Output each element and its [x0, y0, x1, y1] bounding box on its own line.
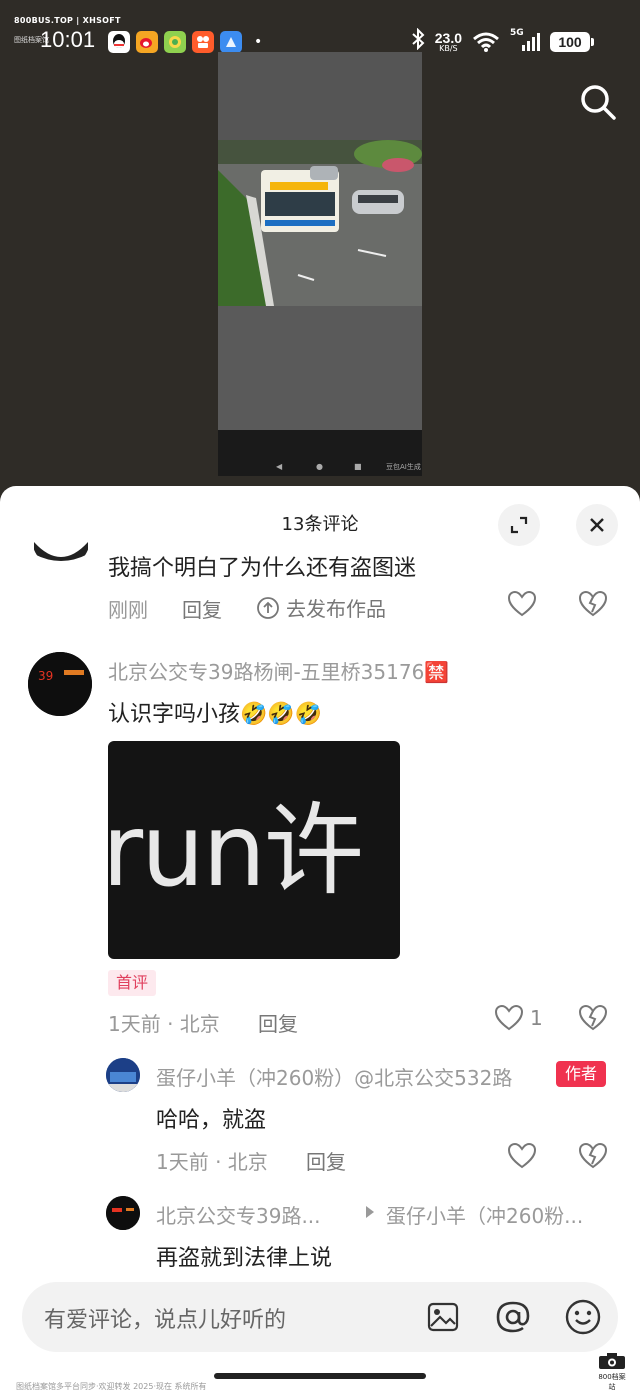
- smiley-icon: [565, 1299, 601, 1335]
- network-speed: 23.0 KB/S: [434, 29, 462, 53]
- expand-button[interactable]: [498, 504, 540, 546]
- reply-to-arrow-icon: [364, 1204, 376, 1224]
- upload-circle-icon: [257, 596, 279, 619]
- comment-text-row: 认识字吗小孩🤣🤣🤣: [108, 696, 322, 728]
- video-player[interactable]: ◀ ● ■ 豆包AI生成: [218, 52, 422, 476]
- like-button[interactable]: [507, 590, 537, 622]
- publish-work-link[interactable]: 去发布作品: [256, 593, 386, 622]
- reply-button[interactable]: 回复: [306, 1146, 346, 1175]
- comment-input-bar[interactable]: 有爱评论，说点儿好听的: [22, 1282, 618, 1352]
- bus-photo: [218, 140, 422, 306]
- weibo-icon: [136, 31, 158, 53]
- heart-icon: [507, 590, 537, 617]
- reply-time-location: 1天前 · 北京: [156, 1150, 268, 1174]
- like-button[interactable]: 1: [494, 1004, 543, 1032]
- comment-username[interactable]: 北京公交专39路杨闸-五里桥35176🈲: [108, 656, 449, 685]
- status-time: 10:01: [40, 27, 96, 52]
- comment-text: 我搞个明白了为什么还有盗图迷: [108, 556, 417, 581]
- cellular-signal-icon: 5G: [510, 28, 540, 53]
- broken-heart-icon: [578, 1004, 608, 1031]
- qq-icon: [108, 31, 130, 53]
- close-button[interactable]: [576, 504, 618, 546]
- avatar[interactable]: [32, 532, 90, 568]
- avatar[interactable]: [106, 1058, 140, 1092]
- reply-username[interactable]: 北京公交专39路...: [156, 1200, 321, 1229]
- mention-button[interactable]: [494, 1298, 532, 1340]
- avatar[interactable]: 39: [28, 652, 92, 716]
- image-button[interactable]: [426, 1300, 460, 1338]
- comment-text: 认识字吗小孩: [108, 702, 241, 727]
- brand-label: 800档案站: [598, 1373, 626, 1391]
- bluetooth-icon: [411, 27, 425, 55]
- reply-to-username[interactable]: 蛋仔小羊（冲260粉...: [386, 1200, 583, 1229]
- reply-username[interactable]: 蛋仔小羊（冲260粉）@北京公交532路: [156, 1062, 512, 1091]
- expand-icon: [510, 516, 528, 534]
- heart-icon: [494, 1004, 524, 1031]
- comment-time: 刚刚: [108, 598, 148, 622]
- video-lower-region: [218, 306, 422, 430]
- search-button[interactable]: [578, 82, 618, 122]
- kuaishou-icon: [192, 31, 214, 53]
- reply-text: 哈哈，就盗: [156, 1108, 267, 1133]
- broken-heart-icon: [578, 1142, 608, 1169]
- image-icon: [427, 1302, 459, 1332]
- sheet-title: 13条评论: [281, 514, 359, 535]
- dislike-button[interactable]: [578, 1004, 608, 1036]
- notification-icons: •: [108, 31, 262, 53]
- recents-icon: ■: [354, 462, 362, 471]
- more-dot-icon: •: [254, 34, 263, 50]
- system-icons: 23.0 KB/S 5G: [411, 28, 540, 55]
- close-icon: [590, 518, 604, 532]
- publish-work-label: 去发布作品: [286, 597, 386, 621]
- home-icon: ●: [316, 462, 323, 471]
- first-comment-tag: 首评: [108, 970, 157, 996]
- dislike-button[interactable]: [578, 590, 608, 622]
- emoji-button[interactable]: [564, 1298, 602, 1340]
- ai-watermark: 豆包AI生成: [386, 463, 421, 471]
- laughing-emoji: 🤣🤣🤣: [240, 702, 323, 727]
- comment-image[interactable]: run许: [108, 741, 400, 959]
- video-navbar: ◀ ● ■ 豆包AI生成: [218, 430, 422, 476]
- avatar[interactable]: [106, 1196, 140, 1230]
- broken-heart-icon: [578, 590, 608, 617]
- reply-button[interactable]: 回复: [182, 594, 222, 623]
- comment-image-text: run许: [108, 792, 364, 909]
- search-icon: [581, 85, 616, 120]
- brand-logo: 800档案站: [596, 1352, 628, 1392]
- dislike-button[interactable]: [578, 1142, 608, 1174]
- browser-icon: [220, 31, 242, 53]
- like-button[interactable]: [507, 1142, 537, 1174]
- like-count: 1: [530, 1006, 543, 1030]
- comment-time-location: 1天前 · 北京: [108, 1012, 220, 1036]
- comment-input[interactable]: 有爱评论，说点儿好听的: [44, 1302, 286, 1334]
- camera-icon: [599, 1353, 625, 1369]
- comment-sheet: 13条评论 我搞个明白了为什么还有盗图迷 刚刚 回复 去发布作品 39 北京公交…: [0, 486, 640, 1394]
- reply-text: 再盗就到法律上说: [156, 1246, 333, 1271]
- bottom-watermark: 图纸档案馆多平台同步·欢迎转发 2025·现在 系统所有: [16, 1382, 207, 1391]
- svg-text:39: 39: [38, 669, 53, 683]
- back-icon: ◀: [276, 462, 283, 471]
- wifi-icon: [472, 31, 500, 53]
- watermark-text: 800BUS.TOP | XHSOFT: [14, 16, 121, 25]
- reply-button[interactable]: 回复: [258, 1008, 298, 1037]
- battery-indicator: 100: [550, 32, 594, 52]
- at-icon: [496, 1301, 530, 1333]
- heart-icon: [507, 1142, 537, 1169]
- mini-app-icon: [164, 31, 186, 53]
- video-upper-region: [218, 52, 422, 140]
- home-indicator[interactable]: [214, 1373, 426, 1379]
- author-badge: 作者: [556, 1061, 606, 1087]
